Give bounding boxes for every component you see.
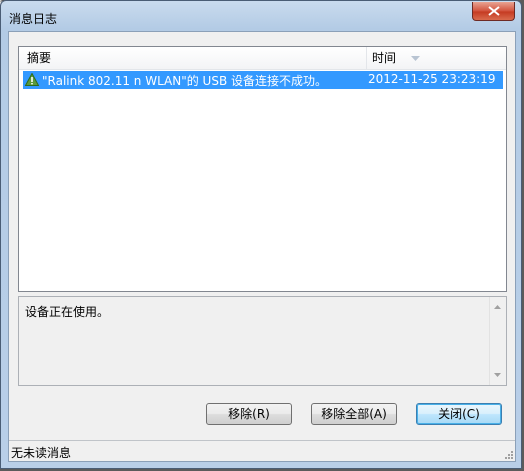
remove-button[interactable]: 移除(R): [206, 403, 292, 425]
detail-scrollbar[interactable]: [489, 297, 506, 385]
window-title: 消息日志: [9, 12, 58, 26]
list-item-time: 2012-11-25 23:23:19: [368, 72, 496, 86]
resize-grip-icon[interactable]: [503, 449, 513, 459]
message-log-window: 消息日志 摘要 时间 "Ralink 802.11 n WLAN"的 USB 设…: [0, 0, 522, 469]
detail-textbox[interactable]: 设备正在使用。: [18, 296, 507, 386]
list-header: 摘要 时间: [19, 47, 506, 70]
window-close-button[interactable]: [472, 2, 515, 21]
remove-all-button[interactable]: 移除全部(A): [311, 403, 397, 425]
sort-descending-icon: [411, 56, 420, 61]
list-item-message: "Ralink 802.11 n WLAN"的 USB 设备连接不成功。: [42, 74, 328, 88]
dialog-client-area: 摘要 时间 "Ralink 802.11 n WLAN"的 USB 设备连接不成…: [8, 31, 516, 462]
close-button[interactable]: 关闭(C): [416, 403, 502, 425]
column-time-label: 时间: [372, 51, 397, 65]
column-summary-label: 摘要: [27, 51, 52, 65]
status-bar: 无未读消息: [9, 440, 515, 461]
scroll-up-arrow-icon[interactable]: [494, 305, 501, 309]
close-icon: [488, 6, 500, 16]
list-item[interactable]: "Ralink 802.11 n WLAN"的 USB 设备连接不成功。 201…: [23, 71, 503, 89]
scroll-down-arrow-icon[interactable]: [494, 373, 501, 377]
detail-text: 设备正在使用。: [25, 305, 110, 319]
title-bar[interactable]: 消息日志: [1, 1, 521, 31]
message-list[interactable]: 摘要 时间 "Ralink 802.11 n WLAN"的 USB 设备连接不成…: [18, 46, 507, 292]
warning-icon: [25, 73, 39, 86]
column-header-time[interactable]: 时间: [368, 47, 506, 69]
column-header-summary[interactable]: 摘要: [19, 47, 367, 69]
status-text: 无未读消息: [11, 446, 72, 460]
